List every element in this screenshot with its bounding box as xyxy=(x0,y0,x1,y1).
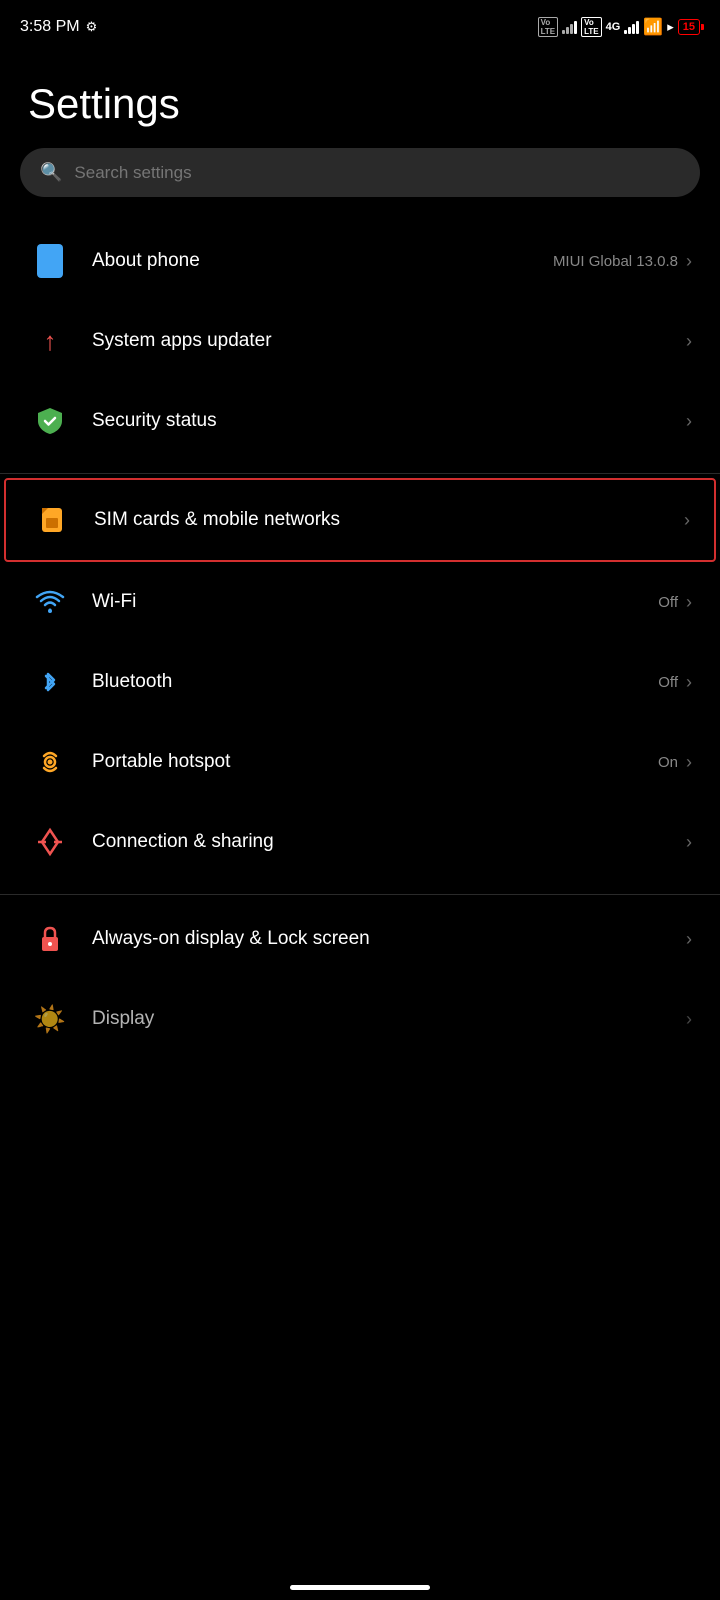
home-bar-container xyxy=(0,1569,720,1600)
connection-label: Connection & sharing xyxy=(92,831,682,853)
volte1-icon: VoLTE xyxy=(538,17,559,37)
sim-icon xyxy=(30,498,74,542)
battery-indicator: 15 xyxy=(678,19,700,35)
search-input[interactable] xyxy=(74,163,680,183)
bt-label: Bluetooth xyxy=(92,671,658,693)
signal-bars-1 xyxy=(562,20,577,34)
search-bar[interactable]: 🔍 xyxy=(20,148,700,197)
hotspot-chevron: › xyxy=(686,752,692,773)
wifi-status: Off xyxy=(658,594,678,611)
divider-1 xyxy=(0,473,720,474)
page-title: Settings xyxy=(0,50,720,148)
wifi-icon xyxy=(28,580,72,624)
lock-screen-chevron: › xyxy=(686,929,692,950)
about-phone-label: About phone xyxy=(92,250,553,272)
status-time: 3:58 PM ⚙ xyxy=(20,18,97,36)
settings-item-hotspot[interactable]: Portable hotspot On › xyxy=(0,722,720,802)
security-chevron: › xyxy=(686,411,692,432)
hotspot-icon xyxy=(28,740,72,784)
system-apps-label: System apps updater xyxy=(92,330,682,352)
home-bar xyxy=(290,1585,430,1590)
shield-icon xyxy=(28,399,72,443)
bt-status: Off xyxy=(658,674,678,691)
status-icons: VoLTE VoLTE 4G 📶 ▸ 15 xyxy=(538,17,700,37)
settings-item-lock-screen[interactable]: Always-on display & Lock screen › xyxy=(0,899,720,979)
settings-item-system-apps[interactable]: ↑ System apps updater › xyxy=(0,301,720,381)
volte2-icon: VoLTE xyxy=(581,17,602,37)
arrow-up-icon: ↑ xyxy=(28,319,72,363)
4g-icon: 4G xyxy=(606,21,621,33)
security-label: Security status xyxy=(92,410,682,432)
hotspot-status: On xyxy=(658,754,678,771)
settings-item-wifi[interactable]: Wi-Fi Off › xyxy=(0,562,720,642)
wifi-chevron: › xyxy=(686,592,692,613)
display-icon: ☀️ xyxy=(28,997,72,1041)
section-top: About phone MIUI Global 13.0.8 › ↑ Syste… xyxy=(0,221,720,469)
sim-label: SIM cards & mobile networks xyxy=(94,509,680,531)
sim-chevron: › xyxy=(684,510,690,531)
settings-item-sim-cards[interactable]: SIM cards & mobile networks › xyxy=(4,478,716,562)
settings-item-display[interactable]: ☀️ Display › xyxy=(0,979,720,1059)
connection-icon xyxy=(28,820,72,864)
about-phone-right: MIUI Global 13.0.8 › xyxy=(553,251,692,272)
phone-icon xyxy=(28,239,72,283)
display-chevron: › xyxy=(686,1009,692,1030)
lock-icon xyxy=(28,917,72,961)
display-label: Display xyxy=(92,1008,682,1030)
about-phone-sublabel: MIUI Global 13.0.8 xyxy=(553,253,678,270)
settings-item-about-phone[interactable]: About phone MIUI Global 13.0.8 › xyxy=(0,221,720,301)
wifi-label: Wi-Fi xyxy=(92,591,658,613)
about-phone-chevron: › xyxy=(686,251,692,272)
wifi-signal-icon: ▸ xyxy=(667,19,674,35)
section-display: Always-on display & Lock screen › ☀️ Dis… xyxy=(0,899,720,1067)
settings-item-connection[interactable]: Connection & sharing › xyxy=(0,802,720,882)
section-connectivity: SIM cards & mobile networks › Wi-Fi Off … xyxy=(0,478,720,890)
divider-2 xyxy=(0,894,720,895)
search-icon: 🔍 xyxy=(40,162,62,183)
bt-chevron: › xyxy=(686,672,692,693)
settings-item-bluetooth[interactable]: Bluetooth Off › xyxy=(0,642,720,722)
signal-bars-2 xyxy=(624,20,639,34)
bluetooth-icon xyxy=(28,660,72,704)
hotspot-label: Portable hotspot xyxy=(92,751,658,773)
connection-chevron: › xyxy=(686,832,692,853)
settings-item-security[interactable]: Security status › xyxy=(0,381,720,461)
wifi-status-icon: 📶 xyxy=(643,17,663,37)
status-bar: 3:58 PM ⚙ VoLTE VoLTE 4G 📶 ▸ 15 xyxy=(0,0,720,50)
about-phone-content: About phone xyxy=(92,250,553,272)
system-apps-chevron: › xyxy=(686,331,692,352)
lock-screen-label: Always-on display & Lock screen xyxy=(92,927,682,952)
gear-icon: ⚙ xyxy=(86,19,98,35)
